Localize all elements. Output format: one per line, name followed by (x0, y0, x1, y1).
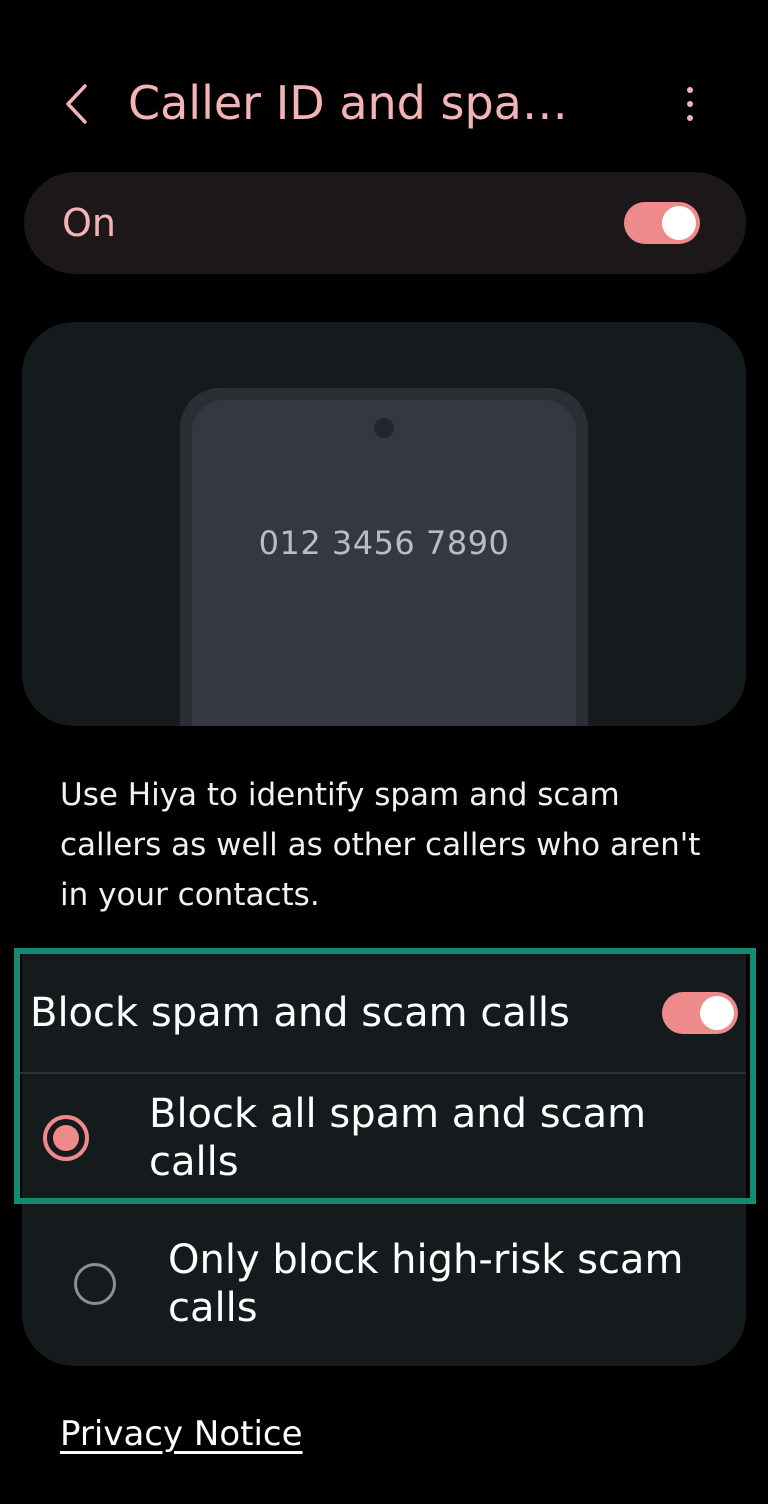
camera-icon (374, 418, 394, 438)
phone-illustration-card: 012 3456 7890 (22, 322, 746, 726)
privacy-notice-link[interactable]: Privacy Notice (60, 1414, 303, 1454)
option-high-risk-only[interactable]: Only block high-risk scam calls (22, 1214, 746, 1354)
chevron-left-icon (66, 84, 87, 124)
caller-id-settings-page: Caller ID and spam... On 012 3456 7890 U… (0, 0, 768, 1504)
option-label: Only block high-risk scam calls (168, 1237, 684, 1331)
master-switch-row[interactable]: On (24, 172, 746, 274)
description-text: Use Hiya to identify spam and scam calle… (60, 777, 701, 913)
toggle-knob (662, 206, 696, 240)
master-toggle[interactable] (624, 202, 700, 244)
highlight-box (14, 948, 756, 1204)
page-title: Caller ID and spam... (128, 76, 598, 130)
back-button[interactable] (52, 78, 100, 130)
phone-screen: 012 3456 7890 (192, 400, 576, 726)
master-switch-label: On (62, 201, 116, 245)
phone-number: 012 3456 7890 (258, 524, 510, 562)
radio-unselected-icon[interactable] (74, 1263, 116, 1305)
more-vertical-icon (687, 87, 693, 93)
phone-illustration: 012 3456 7890 (180, 388, 588, 726)
more-options-button[interactable] (666, 80, 714, 128)
